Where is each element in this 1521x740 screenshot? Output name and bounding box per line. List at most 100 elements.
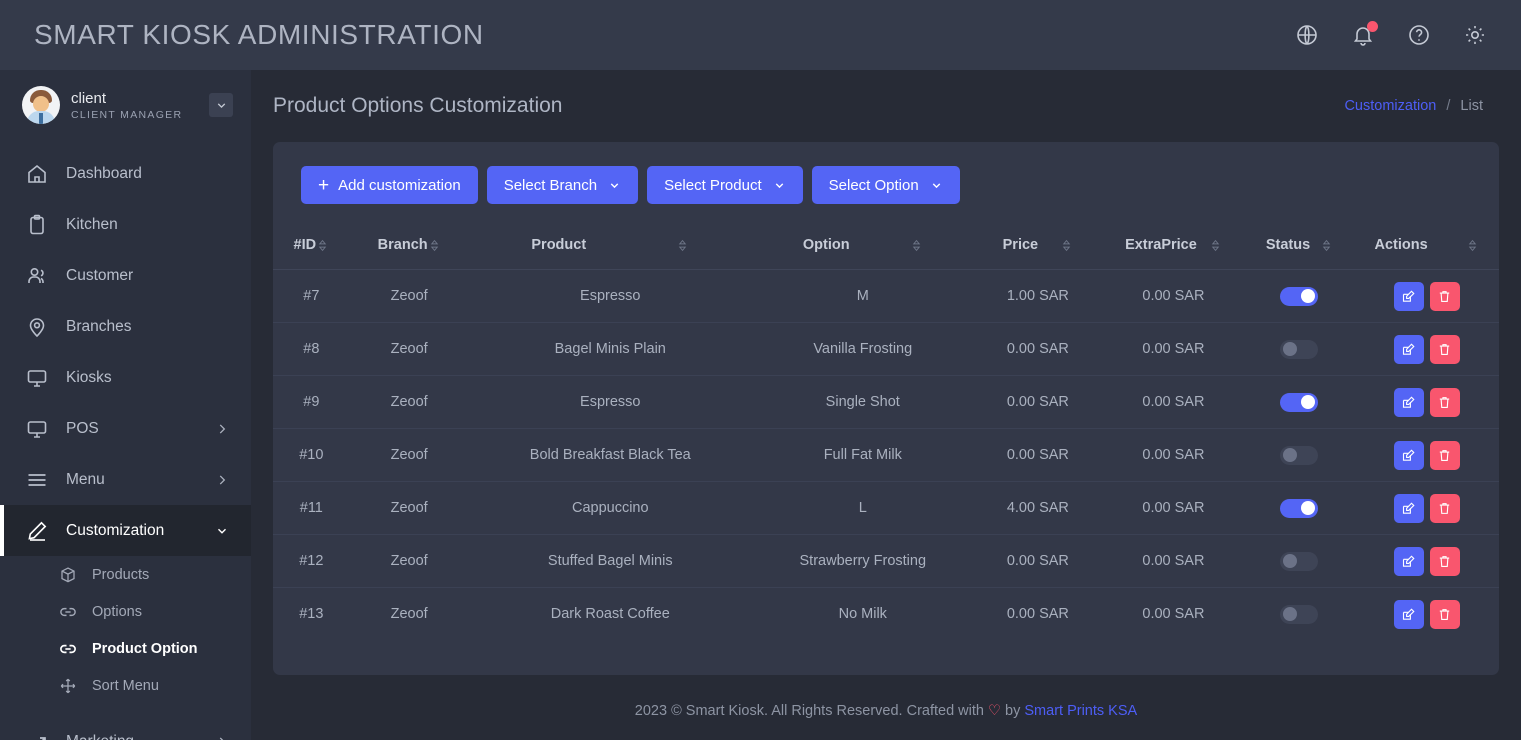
toolbar: + Add customization Select Branch Select… [273,166,1499,204]
avatar [22,86,60,124]
bell-icon[interactable] [1351,21,1378,47]
edit-button[interactable] [1393,546,1424,576]
chevron-down-icon [773,179,786,192]
column-header-product[interactable]: Product [468,224,752,270]
edit-button[interactable] [1393,281,1424,311]
heart-icon: ♡ [988,702,1001,719]
chevron-down-icon [608,179,621,192]
cell-extraprice: 0.00 SAR [1102,322,1245,376]
sort-icon[interactable] [1209,239,1222,252]
sort-icon[interactable] [428,239,441,252]
column-header-status[interactable]: Status [1244,224,1355,270]
sort-icon[interactable] [676,239,689,252]
sort-icon[interactable] [316,239,329,252]
breadcrumb: Customization / List [1344,98,1483,114]
sidebar-subitem-options[interactable]: Options [0,593,251,630]
globe-icon[interactable] [1295,23,1319,47]
sidebar-item-kitchen[interactable]: Kitchen [0,199,251,250]
edit-button[interactable] [1393,387,1424,417]
cell-branch: Zeoof [349,322,469,376]
edit-button[interactable] [1393,440,1424,470]
sidebar-item-marketing[interactable]: Marketing [0,716,251,740]
table-row: #10 Zeoof Bold Breakfast Black Tea Full Fat… [273,428,1499,482]
edit-button[interactable] [1393,493,1424,523]
sidebar-item-label: Customization [66,521,165,539]
cell-option: Vanilla Frosting [751,322,974,376]
sort-icon[interactable] [1320,239,1333,252]
cell-product: Espresso [468,375,752,429]
cell-status [1244,269,1355,323]
sidebar-item-branches[interactable]: Branches [0,301,251,352]
sidebar-item-customization[interactable]: Customization [0,505,251,556]
sidebar-item-label: Kitchen [66,215,118,233]
select-product-dropdown[interactable]: Select Product [647,166,803,204]
column-header-extraprice[interactable]: ExtraPrice [1102,224,1245,270]
column-header-id[interactable]: #ID [273,224,350,270]
delete-button[interactable] [1429,546,1460,576]
table-row: #13 Zeoof Dark Roast Coffee No Milk 0.00 SAR… [273,588,1499,641]
column-header-option[interactable]: Option [751,224,974,270]
status-toggle[interactable] [1280,392,1319,412]
status-toggle[interactable] [1280,286,1319,306]
footer-text: 2023 © Smart Kiosk. All Rights Reserved.… [634,702,984,719]
cell-id: #9 [273,375,350,429]
delete-button[interactable] [1429,281,1460,311]
delete-button[interactable] [1429,334,1460,364]
help-icon[interactable] [1407,23,1431,47]
add-customization-button[interactable]: + Add customization [301,166,478,204]
home-icon [25,162,49,186]
sidebar-item-dashboard[interactable]: Dashboard [0,148,251,199]
delete-button[interactable] [1429,387,1460,417]
sidebar-nav: Dashboard Kitchen Customer Branches Kios [0,148,251,740]
delete-button[interactable] [1429,440,1460,470]
select-option-dropdown[interactable]: Select Option [811,166,960,204]
sidebar-item-pos[interactable]: POS [0,403,251,454]
cell-product: Espresso [468,269,752,323]
user-profile-box[interactable]: client CLIENT MANAGER [0,70,251,142]
status-toggle[interactable] [1280,339,1319,359]
cell-actions [1354,375,1499,429]
footer-link[interactable]: Smart Prints KSA [1024,703,1137,719]
row-actions [1354,387,1499,417]
status-toggle[interactable] [1280,498,1319,518]
sort-icon[interactable] [1060,239,1073,252]
column-header-price[interactable]: Price [973,224,1103,270]
sidebar-item-customer[interactable]: Customer [0,250,251,301]
cell-actions [1354,322,1499,376]
breadcrumb-link-customization[interactable]: Customization [1344,98,1436,114]
select-branch-label: Select Branch [503,176,598,194]
cell-status [1244,375,1355,429]
sidebar-subitem-products[interactable]: Products [0,556,251,593]
sort-icon[interactable] [1466,239,1479,252]
select-branch-dropdown[interactable]: Select Branch [486,166,639,204]
cell-status [1244,534,1355,588]
column-header-actions[interactable]: Actions [1354,224,1499,270]
sidebar-subitem-label: Products [92,566,150,583]
row-actions [1354,599,1499,629]
page-header: Product Options Customization Customizat… [251,70,1521,118]
cell-product: Bold Breakfast Black Tea [468,428,752,482]
sidebar-item-kiosks[interactable]: Kiosks [0,352,251,403]
user-name: client [71,89,107,107]
edit-button[interactable] [1393,599,1424,629]
sidebar-subitem-sort-menu[interactable]: Sort Menu [0,667,251,704]
edit-button[interactable] [1393,334,1424,364]
status-toggle[interactable] [1280,551,1319,571]
delete-button[interactable] [1429,493,1460,523]
column-header-branch[interactable]: Branch [349,224,469,270]
gear-icon[interactable] [1463,23,1487,47]
status-toggle[interactable] [1280,604,1319,624]
cell-id: #7 [273,269,350,323]
cell-branch: Zeoof [349,428,469,482]
status-toggle[interactable] [1280,445,1319,465]
sidebar-subitem-product-option[interactable]: Product Option [0,630,251,667]
user-dropdown-toggle[interactable] [209,93,233,117]
cell-extraprice: 0.00 SAR [1102,481,1245,535]
link-icon [59,640,77,658]
cell-branch: Zeoof [349,534,469,588]
delete-button[interactable] [1429,599,1460,629]
chevron-down-icon [930,179,943,192]
sidebar-item-menu[interactable]: Menu [0,454,251,505]
sort-icon[interactable] [910,239,923,252]
cell-id: #10 [273,428,350,482]
